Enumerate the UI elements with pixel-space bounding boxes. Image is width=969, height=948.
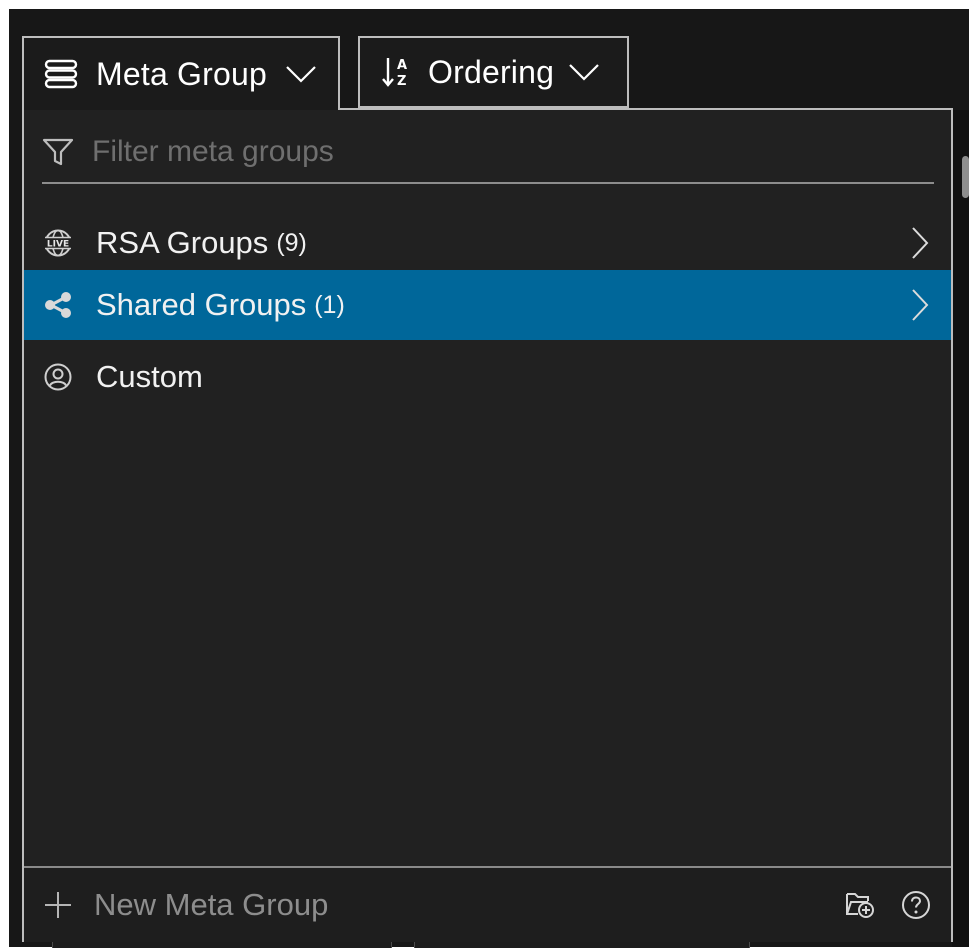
svg-text:Z: Z — [397, 74, 406, 89]
chevron-down-icon — [568, 62, 600, 82]
group-count: (9) — [276, 228, 307, 257]
group-item-custom[interactable]: Custom — [24, 342, 951, 412]
chevron-right-icon — [911, 288, 929, 327]
svg-text:A: A — [397, 58, 407, 73]
new-folder-icon[interactable] — [844, 889, 876, 924]
meta-group-button[interactable]: Meta Group — [22, 36, 340, 110]
background-pane — [952, 110, 969, 947]
live-globe-icon: LIVE — [42, 227, 74, 259]
ordering-button[interactable]: A Z Ordering — [358, 36, 629, 108]
sort-az-icon: A Z — [382, 55, 410, 89]
ordering-label: Ordering — [428, 53, 555, 90]
help-icon[interactable] — [900, 889, 932, 926]
background-scrollbar[interactable] — [962, 156, 969, 198]
group-label: RSA Groups — [96, 225, 269, 260]
filter-field — [42, 122, 934, 184]
chevron-right-icon — [911, 226, 929, 265]
meta-group-stack-icon — [44, 59, 78, 89]
group-item-shared-groups[interactable]: Shared Groups (1) — [24, 270, 951, 340]
share-icon — [42, 289, 74, 321]
group-label: Custom — [96, 359, 203, 394]
meta-group-label: Meta Group — [96, 55, 267, 92]
group-label: Shared Groups — [96, 287, 307, 322]
new-meta-group-button[interactable]: New Meta Group — [42, 887, 328, 923]
group-item-rsa-groups[interactable]: LIVE RSA Groups (9) — [24, 208, 951, 278]
dropdown-footer: New Meta Group — [24, 866, 951, 942]
new-meta-group-label: New Meta Group — [94, 887, 329, 922]
screen: Meta Group A Z Ordering Filter meta grou… — [0, 0, 969, 948]
chevron-down-icon — [285, 64, 317, 84]
plus-icon — [42, 889, 74, 921]
user-circle-icon — [42, 361, 74, 393]
filter-input[interactable] — [92, 135, 892, 169]
filter-icon — [42, 137, 74, 167]
group-count: (1) — [314, 290, 345, 319]
meta-group-dropdown: LIVE RSA Groups (9) — [22, 108, 953, 942]
